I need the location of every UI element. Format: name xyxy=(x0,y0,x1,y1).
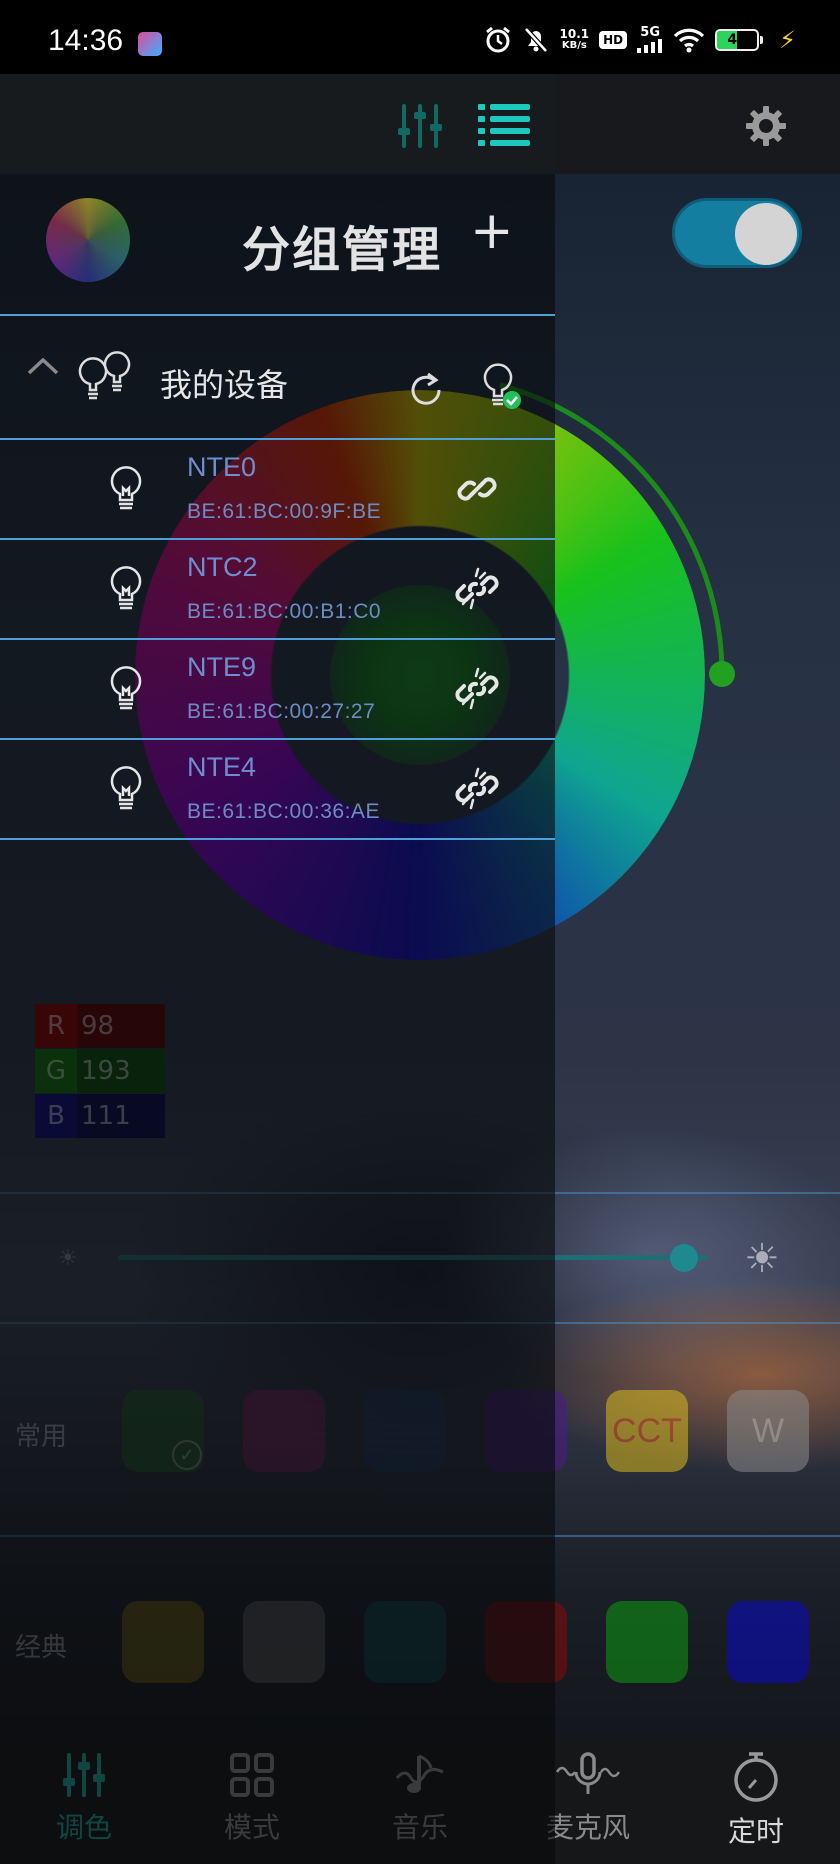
toggle-knob xyxy=(735,203,797,265)
list-icon[interactable] xyxy=(478,104,530,146)
brightness-high-icon: ☀ xyxy=(744,1236,780,1282)
timer-icon xyxy=(734,1752,778,1802)
classic-swatch[interactable] xyxy=(606,1601,688,1683)
broken-link-icon[interactable] xyxy=(452,564,502,614)
device-name: NTE0 xyxy=(187,452,257,482)
device-row[interactable]: NTE9 BE:61:BC:00:27:27 xyxy=(0,640,555,740)
chevron-up-icon[interactable] xyxy=(26,356,60,376)
charging-icon: ⚡ xyxy=(779,26,796,54)
drawer-title: 分组管理 xyxy=(242,222,443,278)
signal-group: 5G xyxy=(637,25,663,53)
common-swatch[interactable]: W xyxy=(727,1390,809,1472)
device-name: NTC2 xyxy=(187,552,258,582)
signal-icon xyxy=(637,39,663,53)
power-toggle[interactable] xyxy=(672,198,802,268)
device-name: NTE9 xyxy=(187,652,257,682)
mute-icon xyxy=(523,27,548,53)
swatch-label: CCT xyxy=(612,1411,682,1450)
classic-swatch[interactable] xyxy=(727,1601,809,1683)
bulb-icon xyxy=(110,666,142,710)
net-speed-unit: KB/s xyxy=(561,40,587,51)
refresh-icon[interactable] xyxy=(406,370,446,410)
net-speed-value: 10.1 xyxy=(559,27,590,41)
device-mac: BE:61:BC:00:9F:BE xyxy=(187,500,382,523)
hd-badge: HD xyxy=(599,31,628,49)
broken-link-icon[interactable] xyxy=(452,764,502,814)
device-mac: BE:61:BC:00:B1:C0 xyxy=(187,600,382,623)
net-speed: 10.1 KB/s xyxy=(560,28,590,52)
settings-gear-icon[interactable] xyxy=(744,104,788,148)
app-icon xyxy=(138,32,162,56)
drawer-top-bar xyxy=(0,74,555,174)
status-bar: 14:36 10.1 KB/s HD 5G 49 ⚡ xyxy=(0,0,840,74)
device-row[interactable]: NTC2 BE:61:BC:00:B1:C0 xyxy=(0,540,555,640)
bulb-icon xyxy=(110,766,142,810)
mixer-icon[interactable] xyxy=(396,102,444,150)
broken-link-icon[interactable] xyxy=(452,664,502,714)
wifi-icon xyxy=(674,28,705,53)
device-mac: BE:61:BC:00:36:AE xyxy=(187,800,380,823)
nav-tab-timer[interactable]: 定时 xyxy=(696,1750,816,1850)
status-icons: 10.1 KB/s HD 5G 49 ⚡ xyxy=(484,26,796,54)
nav-label: 定时 xyxy=(727,1815,784,1848)
bulb-check-icon[interactable] xyxy=(480,362,524,412)
microphone-icon xyxy=(555,1752,621,1794)
common-swatch[interactable]: CCT xyxy=(606,1390,688,1472)
device-mac: BE:61:BC:00:27:27 xyxy=(187,700,376,723)
add-group-button[interactable]: + xyxy=(470,205,514,257)
link-icon[interactable] xyxy=(452,464,502,514)
battery-icon: 49 xyxy=(715,29,764,51)
group-name: 我的设备 xyxy=(160,366,289,404)
bulb-icon xyxy=(110,566,142,610)
device-row[interactable]: NTE4 BE:61:BC:00:36:AE xyxy=(0,740,555,840)
battery-level: 49 xyxy=(727,32,747,48)
device-name: NTE4 xyxy=(187,752,257,782)
device-row[interactable]: NTE0 BE:61:BC:00:9F:BE xyxy=(0,440,555,540)
status-time: 14:36 xyxy=(48,24,124,57)
drawer-header-divider xyxy=(0,314,555,316)
device-divider xyxy=(0,838,555,840)
color-wheel-thumbnail xyxy=(46,198,130,282)
group-bulbs-icon xyxy=(78,351,131,400)
swatch-label: W xyxy=(751,1411,785,1450)
bulb-icon xyxy=(110,466,142,510)
alarm-icon xyxy=(485,26,510,53)
network-type: 5G xyxy=(640,25,660,40)
